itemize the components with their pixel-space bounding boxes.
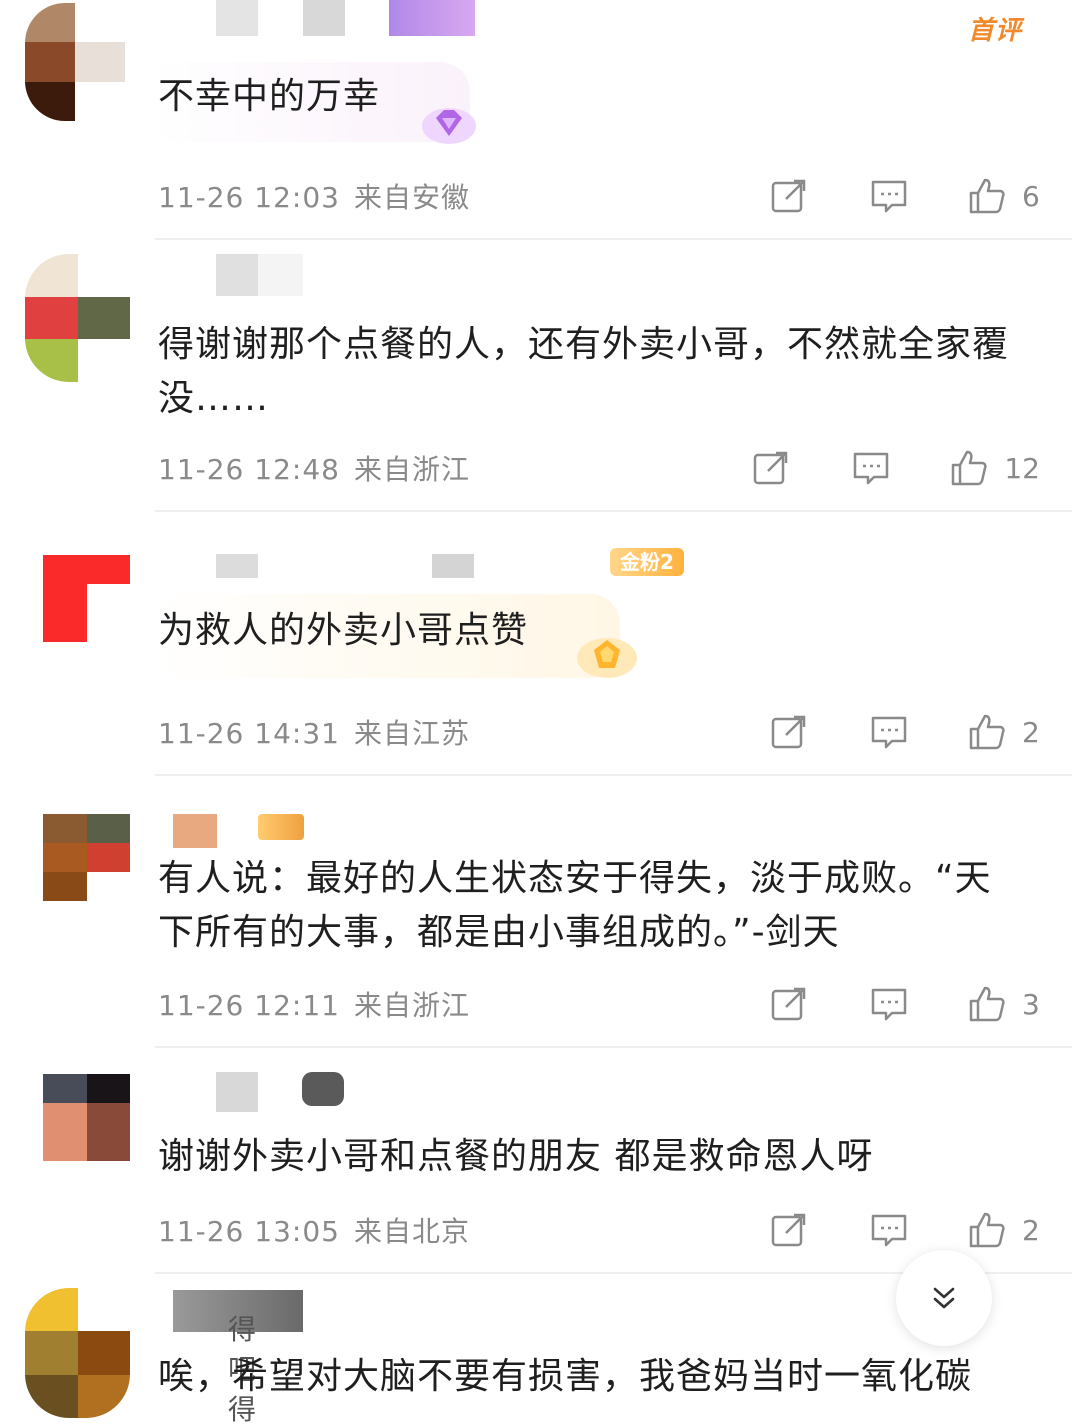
thumbs-up-icon — [969, 178, 1005, 214]
scroll-down-button[interactable] — [896, 1250, 992, 1346]
thumbs-up-icon — [952, 450, 987, 486]
comment-icon[interactable] — [852, 449, 890, 487]
comment-item: 首评 不幸中的万幸 11-26 12:03 来自安徽 6 — [0, 0, 1072, 240]
like-count: 3 — [1022, 987, 1040, 1021]
share-icon[interactable] — [770, 713, 808, 751]
star-sticker-icon — [577, 638, 637, 678]
comment-icon[interactable] — [870, 713, 908, 751]
fan-level-badge: 金粉2 — [610, 548, 684, 576]
like-count: 2 — [1022, 715, 1040, 749]
share-icon[interactable] — [752, 449, 790, 487]
comment-meta: 11-26 12:11 来自浙江 — [158, 984, 470, 1024]
chevron-double-down-icon — [933, 1287, 955, 1309]
comment-actions: 6 — [770, 174, 1040, 218]
share-icon[interactable] — [770, 1211, 808, 1249]
comment-location: 来自浙江 — [353, 453, 470, 486]
comment-item: 金粉2 为救人的外卖小哥点赞 11-26 14:31 来自江苏 2 — [0, 512, 1072, 776]
comment-location: 来自浙江 — [353, 989, 470, 1022]
comment-time: 11-26 13:05 — [158, 1215, 340, 1248]
avatar[interactable] — [25, 3, 125, 121]
comment-text: 不幸中的万幸 — [158, 76, 381, 117]
share-icon[interactable] — [770, 177, 808, 215]
username-redacted — [216, 254, 258, 296]
comment-location: 来自安徽 — [353, 181, 470, 214]
first-comment-badge: 首评 — [968, 16, 1023, 46]
thumbs-up-icon — [969, 714, 1005, 750]
comment-item: 有人说：最好的人生状态安于得失，淡于成败。“天下所有的大事，都是由小事组成的。”… — [0, 774, 1072, 1048]
avatar[interactable] — [43, 555, 130, 642]
like-button[interactable]: 6 — [968, 177, 1040, 215]
like-count: 2 — [1022, 1213, 1040, 1247]
like-button[interactable]: 12 — [950, 449, 1040, 487]
username-redacted — [302, 1072, 344, 1106]
avatar[interactable] — [43, 814, 130, 901]
username-redacted — [173, 814, 217, 848]
comment-item: 谢谢外卖小哥和点餐的朋友 都是救命恩人呀 11-26 13:05 来自北京 2 — [0, 1046, 1072, 1274]
comment-time: 11-26 12:11 — [158, 989, 340, 1022]
comment-meta: 11-26 13:05 来自北京 — [158, 1210, 470, 1250]
username-redacted — [216, 0, 258, 36]
thumbs-up-icon — [969, 1212, 1005, 1248]
comment-text: 唉，希望对大脑不要有损害，我爸妈当时一氧化碳 — [158, 1356, 973, 1397]
member-badge — [389, 0, 475, 36]
username-redacted — [216, 554, 258, 578]
share-icon[interactable] — [770, 985, 808, 1023]
like-button[interactable]: 2 — [968, 1211, 1040, 1249]
comment-actions: 3 — [770, 982, 1040, 1026]
crown-badge — [258, 814, 304, 840]
comment-text: 得谢谢那个点餐的人，还有外卖小哥，不然就全家覆没…… — [158, 324, 1010, 419]
like-count: 6 — [1022, 179, 1040, 213]
username-redacted — [303, 0, 345, 36]
comment-meta: 11-26 14:31 来自江苏 — [158, 712, 470, 752]
username-redacted — [258, 254, 303, 296]
comment-location: 来自江苏 — [353, 717, 470, 750]
avatar[interactable] — [25, 1288, 130, 1418]
comment-time: 11-26 12:48 — [158, 453, 340, 486]
comment-meta: 11-26 12:48 来自浙江 — [158, 448, 470, 488]
username-redacted — [432, 554, 474, 578]
avatar[interactable] — [43, 1074, 130, 1161]
diamond-sticker-icon — [422, 108, 476, 144]
comment-location: 来自北京 — [353, 1215, 470, 1248]
username-redacted — [216, 1072, 258, 1112]
comment-item: 得谢谢那个点餐的人，还有外卖小哥，不然就全家覆没…… 11-26 12:48 来自… — [0, 240, 1072, 512]
comment-meta: 11-26 12:03 来自安徽 — [158, 176, 470, 216]
comment-text: 有人说：最好的人生状态安于得失，淡于成败。“天下所有的大事，都是由小事组成的。”… — [158, 858, 992, 953]
comment-actions: 12 — [752, 446, 1040, 490]
like-button[interactable]: 3 — [968, 985, 1040, 1023]
thumbs-up-icon — [969, 986, 1005, 1022]
comment-icon[interactable] — [870, 985, 908, 1023]
comment-text: 谢谢外卖小哥和点餐的朋友 都是救命恩人呀 — [158, 1136, 874, 1177]
comment-icon[interactable] — [870, 1211, 908, 1249]
comment-actions: 2 — [770, 710, 1040, 754]
avatar[interactable] — [25, 254, 130, 382]
like-button[interactable]: 2 — [968, 713, 1040, 751]
like-count: 12 — [1004, 451, 1040, 485]
comment-actions: 2 — [770, 1208, 1040, 1252]
comment-icon[interactable] — [870, 177, 908, 215]
comment-time: 11-26 14:31 — [158, 717, 340, 750]
comment-time: 11-26 12:03 — [158, 181, 340, 214]
